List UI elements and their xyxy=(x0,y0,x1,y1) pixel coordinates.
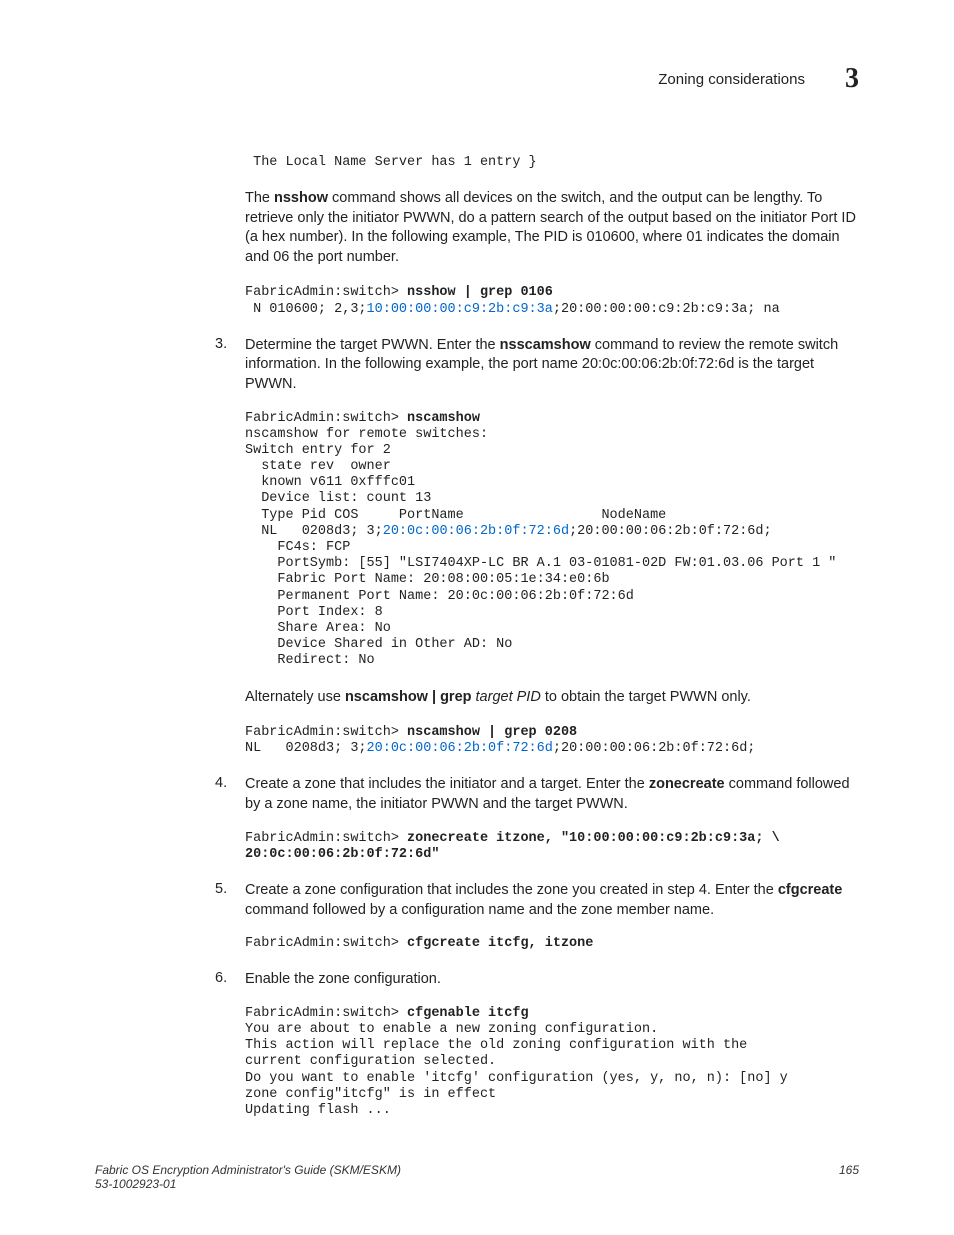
command-name: nscamshow | grep xyxy=(345,689,476,705)
output: You are about to enable a new zoning con… xyxy=(245,1022,658,1037)
output: FC4s: FCP xyxy=(245,540,350,555)
footer-docnum: 53-1002923-01 xyxy=(95,1177,401,1191)
output: ;20:00:00:00:c9:2b:c9:3a; na xyxy=(553,302,780,317)
output: current configuration selected. xyxy=(245,1054,496,1069)
step5-text: Create a zone configuration that include… xyxy=(245,881,859,920)
output: Redirect: No xyxy=(245,653,375,668)
output: N 010600; 2,3; xyxy=(245,302,367,317)
cfgcreate-code: FabricAdmin:switch> cfgcreate itcfg, itz… xyxy=(245,936,859,952)
wwn-link[interactable]: 20:0c:00:06:2b:0f:72:6d xyxy=(367,741,553,756)
prompt: FabricAdmin:switch> xyxy=(245,725,407,740)
step-number: 5. xyxy=(215,881,245,926)
prompt: FabricAdmin:switch> xyxy=(245,1006,407,1021)
chapter-number: 3 xyxy=(845,63,859,95)
step3-text: Determine the target PWWN. Enter the nss… xyxy=(245,336,859,395)
output: Switch entry for 2 xyxy=(245,443,391,458)
output: state rev owner xyxy=(245,459,391,474)
page-number: 165 xyxy=(839,1163,859,1191)
output: Device Shared in Other AD: No xyxy=(245,637,512,652)
nsshow-code: FabricAdmin:switch> nsshow | grep 0106 N… xyxy=(245,285,859,317)
page-header: Zoning considerations 3 xyxy=(95,63,859,95)
command-name: nsshow xyxy=(274,190,328,206)
output: nscamshow for remote switches: xyxy=(245,427,488,442)
command: nsshow | grep 0106 xyxy=(407,285,553,300)
output: zone config"itcfg" is in effect xyxy=(245,1087,496,1102)
step-number: 4. xyxy=(215,775,245,820)
alternate-paragraph: Alternately use nscamshow | grep target … xyxy=(245,688,859,708)
nscamshow-code: FabricAdmin:switch> nscamshow nscamshow … xyxy=(245,411,859,670)
text: Create a zone configuration that include… xyxy=(245,882,778,898)
nscamshow-grep-code: FabricAdmin:switch> nscamshow | grep 020… xyxy=(245,725,859,757)
zonecreate-code: FabricAdmin:switch> zonecreate itzone, "… xyxy=(245,831,859,863)
step4-text: Create a zone that includes the initiato… xyxy=(245,775,859,814)
output: Type Pid COS PortName NodeName xyxy=(245,508,666,523)
prompt: FabricAdmin:switch> xyxy=(245,285,407,300)
intro-code: The Local Name Server has 1 entry } xyxy=(245,155,859,171)
output: ;20:00:00:06:2b:0f:72:6d; xyxy=(553,741,756,756)
step-number: 3. xyxy=(215,336,245,401)
text: The xyxy=(245,190,274,206)
output: This action will replace the old zoning … xyxy=(245,1038,747,1053)
output: Share Area: No xyxy=(245,621,391,636)
wwn-link[interactable]: 10:00:00:00:c9:2b:c9:3a xyxy=(367,302,553,317)
cfgenable-code: FabricAdmin:switch> cfgenable itcfg You … xyxy=(245,1006,859,1119)
output: Do you want to enable 'itcfg' configurat… xyxy=(245,1071,788,1086)
output: known v611 0xfffc01 xyxy=(245,475,415,490)
text: Create a zone that includes the initiato… xyxy=(245,776,649,792)
placeholder: target PID xyxy=(476,689,541,705)
text: command shows all devices on the switch,… xyxy=(245,190,856,265)
command: cfgcreate itcfg, itzone xyxy=(407,936,593,951)
step6-text: Enable the zone configuration. xyxy=(245,970,859,990)
header-title: Zoning considerations xyxy=(658,71,805,88)
output: Device list: count 13 xyxy=(245,491,431,506)
command-name: cfgcreate xyxy=(778,882,842,898)
text: Alternately use xyxy=(245,689,345,705)
footer-title: Fabric OS Encryption Administrator's Gui… xyxy=(95,1163,401,1177)
text: to obtain the target PWWN only. xyxy=(541,689,751,705)
nsshow-paragraph: The nsshow command shows all devices on … xyxy=(245,189,859,267)
output: Permanent Port Name: 20:0c:00:06:2b:0f:7… xyxy=(245,589,634,604)
output: Fabric Port Name: 20:08:00:05:1e:34:e0:6… xyxy=(245,572,610,587)
output: ;20:00:00:06:2b:0f:72:6d; xyxy=(569,524,772,539)
prompt: FabricAdmin:switch> xyxy=(245,936,407,951)
command: nscamshow xyxy=(407,411,480,426)
text: command followed by a configuration name… xyxy=(245,902,714,918)
prompt: FabricAdmin:switch> xyxy=(245,411,407,426)
command: cfgenable itcfg xyxy=(407,1006,529,1021)
command-name: nsscamshow xyxy=(500,337,591,353)
output: PortSymb: [55] "LSI7404XP-LC BR A.1 03-0… xyxy=(245,556,836,571)
output: Port Index: 8 xyxy=(245,605,383,620)
page-footer: Fabric OS Encryption Administrator's Gui… xyxy=(95,1163,859,1191)
text: Enable the zone configuration. xyxy=(245,971,441,987)
output: NL 0208d3; 3; xyxy=(245,524,383,539)
text: Determine the target PWWN. Enter the xyxy=(245,337,500,353)
command-name: zonecreate xyxy=(649,776,725,792)
command: nscamshow | grep 0208 xyxy=(407,725,577,740)
output: NL 0208d3; 3; xyxy=(245,741,367,756)
output: Updating flash ... xyxy=(245,1103,391,1118)
step-number: 6. xyxy=(215,970,245,996)
prompt: FabricAdmin:switch> xyxy=(245,831,407,846)
wwn-link[interactable]: 20:0c:00:06:2b:0f:72:6d xyxy=(383,524,569,539)
